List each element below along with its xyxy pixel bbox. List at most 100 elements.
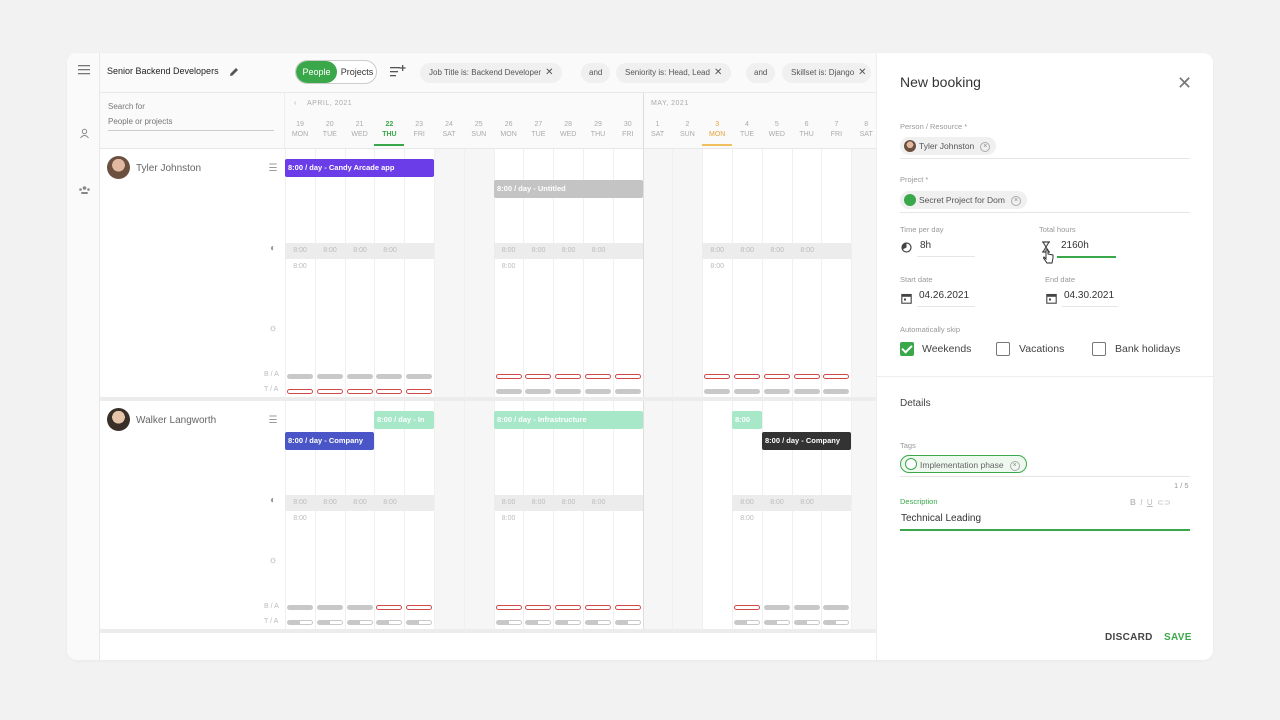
filter-chip-skillset[interactable]: Skillset is: Django ✕ xyxy=(782,63,871,83)
vacations-checkbox[interactable] xyxy=(996,342,1010,356)
hours-cell: 8:00 xyxy=(323,247,337,254)
end-date-input[interactable]: 04.30.2021 xyxy=(1064,290,1114,301)
hours-cell: 8:00 xyxy=(740,247,754,254)
clear-icon[interactable]: × xyxy=(980,141,991,152)
prev-month-icon[interactable]: ‹ xyxy=(294,100,297,107)
capacity-pill xyxy=(555,620,582,625)
time-per-day-input[interactable]: 8h xyxy=(920,240,931,251)
capacity-pill xyxy=(734,374,760,379)
calendar-day[interactable]: 21 WED xyxy=(345,120,375,140)
and-operator[interactable]: and xyxy=(746,63,776,83)
projects-toggle-button[interactable]: Projects xyxy=(337,61,376,83)
day-number: 29 xyxy=(594,121,602,128)
and-operator[interactable]: and xyxy=(581,63,611,83)
format-toolbar: B I U ⊂⊃ xyxy=(1130,498,1171,507)
tag-icon xyxy=(905,458,917,470)
tag-chip[interactable]: Implementation phase × xyxy=(900,455,1027,473)
bold-icon[interactable]: B xyxy=(1130,498,1136,507)
link-icon[interactable]: ⊂⊃ xyxy=(1157,498,1170,507)
filter-chip-job-title[interactable]: Job Title is: Backend Developer ✕ xyxy=(420,63,563,83)
calendar-day[interactable]: 2 SUN xyxy=(672,120,702,140)
filter-chip-seniority[interactable]: Seniority is: Head, Lead ✕ xyxy=(616,63,732,83)
time-icon: ◐ xyxy=(269,495,277,506)
save-button[interactable]: SAVE xyxy=(1164,632,1192,643)
bank-holidays-checkbox[interactable] xyxy=(1092,342,1106,356)
capacity-pill xyxy=(346,389,373,394)
avatar[interactable] xyxy=(107,408,130,431)
start-date-input[interactable]: 04.26.2021 xyxy=(919,290,969,301)
person-chip[interactable]: Tyler Johnston × xyxy=(900,137,997,155)
calendar-day[interactable]: 5 WED xyxy=(762,120,792,140)
calendar-day[interactable]: 28 WED xyxy=(553,120,583,140)
capacity-pill xyxy=(376,620,403,625)
weekday-label: FRI xyxy=(830,131,843,138)
person-icon[interactable] xyxy=(76,127,92,143)
calendar-day[interactable]: 25 SUN xyxy=(464,120,494,140)
remove-filter-icon[interactable]: ✕ xyxy=(714,67,722,78)
person-name[interactable]: Tyler Johnston xyxy=(136,163,201,174)
capacity-pill xyxy=(316,620,343,625)
people-toggle-button[interactable]: People xyxy=(296,61,337,83)
booking-bar[interactable]: 8:00 / day - Company xyxy=(762,432,851,450)
calendar-day[interactable]: 26 MON xyxy=(494,120,524,140)
menu-icon[interactable] xyxy=(76,63,92,79)
discard-button[interactable]: DISCARD xyxy=(1105,632,1153,643)
clear-icon[interactable]: × xyxy=(1010,195,1021,206)
calendar-day[interactable]: 3 MON xyxy=(702,120,733,146)
avatar[interactable] xyxy=(107,156,130,179)
ta-label: T / A xyxy=(264,618,279,625)
field-underline xyxy=(900,476,1190,477)
booking-bar[interactable]: 8:00 xyxy=(732,411,762,429)
field-underline xyxy=(900,158,1190,159)
month-label-april: APRIL, 2021 xyxy=(307,100,353,107)
calendar-day[interactable]: 20 TUE xyxy=(315,120,345,140)
sun-icon: ☼ xyxy=(268,555,278,566)
description-input[interactable]: Technical Leading xyxy=(901,513,981,524)
capacity-pill xyxy=(614,374,641,379)
calendar-day[interactable]: 30 FRI xyxy=(613,120,643,140)
edit-icon[interactable] xyxy=(228,65,240,77)
calendar-day[interactable]: 7 FRI xyxy=(821,120,851,140)
hours-cell: 8:00 xyxy=(800,499,814,506)
person-name[interactable]: Walker Langworth xyxy=(136,415,216,426)
calendar-day[interactable]: 19 MON xyxy=(285,120,315,140)
capacity-pill xyxy=(823,374,850,379)
close-icon[interactable]: ✕ xyxy=(1177,74,1192,92)
calendar-day[interactable]: 24 SAT xyxy=(434,120,464,140)
booking-bar[interactable]: 8:00 / day - Untitled xyxy=(494,180,643,198)
search-input[interactable] xyxy=(108,117,274,131)
booking-bar[interactable]: 8:00 / day - Company xyxy=(285,432,374,450)
hours-row: 8:00 8:00 8:00 8:00 8:00 xyxy=(493,495,643,522)
team-icon[interactable] xyxy=(76,183,92,199)
hours-row: 8:00 8:00 8:00 8:00 8:00 xyxy=(493,243,643,270)
add-filter-icon[interactable] xyxy=(390,65,406,79)
total-hours-input[interactable]: 2160h xyxy=(1061,240,1089,251)
clear-icon[interactable]: × xyxy=(1009,460,1020,471)
booking-bar[interactable]: 8:00 / day - Candy Arcade app xyxy=(285,159,434,177)
calendar-day[interactable]: 27 TUE xyxy=(523,120,553,140)
remove-filter-icon[interactable]: ✕ xyxy=(545,67,553,78)
calendar-day[interactable]: 22 THU xyxy=(374,120,405,146)
calendar-day[interactable]: 6 THU xyxy=(792,120,822,140)
booking-bar[interactable]: 8:00 / day - Infrastructure xyxy=(494,411,643,429)
field-underline xyxy=(1062,306,1118,307)
hours-cell: 8:00 xyxy=(501,263,516,270)
capacity-pill xyxy=(406,620,433,625)
clock-icon xyxy=(901,240,912,253)
weekends-checkbox[interactable] xyxy=(900,342,914,356)
calendar-day[interactable]: 1 SAT xyxy=(643,120,673,140)
booking-bar[interactable]: 8:00 / day - In xyxy=(374,411,434,429)
bookings-icon: ☰ xyxy=(268,415,278,426)
capacity-pill xyxy=(287,605,313,610)
calendar-day[interactable]: 4 TUE xyxy=(732,120,762,140)
calendar-day[interactable]: 23 FRI xyxy=(404,120,434,140)
calendar-day[interactable]: 29 THU xyxy=(583,120,613,140)
italic-icon[interactable]: I xyxy=(1140,498,1142,507)
underline-icon[interactable]: U xyxy=(1147,498,1153,507)
remove-filter-icon[interactable]: ✕ xyxy=(858,67,866,78)
project-chip[interactable]: Secret Project for Dom × xyxy=(900,191,1027,209)
capacity-pill xyxy=(704,389,731,394)
capacity-pill xyxy=(346,620,373,625)
hours-cell: 8:00 xyxy=(591,247,606,254)
capacity-pill xyxy=(346,374,373,379)
